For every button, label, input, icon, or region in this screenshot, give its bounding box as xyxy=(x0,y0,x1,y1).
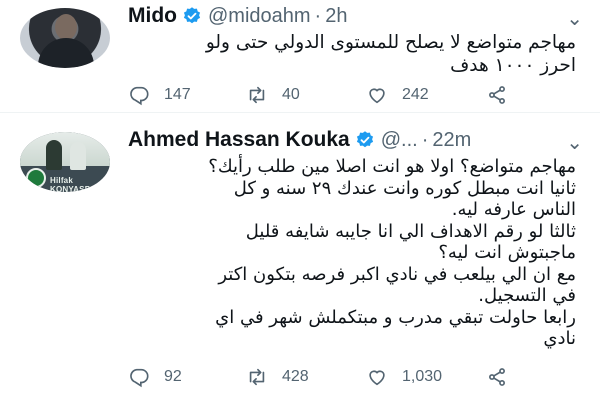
share-button[interactable] xyxy=(486,80,508,110)
more-options-icon[interactable]: ⌄ xyxy=(566,6,584,31)
avatar-face xyxy=(55,14,77,40)
like-icon xyxy=(369,370,385,386)
display-name[interactable]: Mido xyxy=(128,4,177,28)
tweet-text: مهاجم متواضع لا يصلح للمستوى الدولي حتى … xyxy=(128,32,576,77)
retweet-count: 40 xyxy=(282,86,300,103)
separator: · xyxy=(421,128,429,151)
like-button[interactable]: 1,030 xyxy=(366,362,442,392)
retweet-icon xyxy=(249,368,265,386)
reply-count: 92 xyxy=(164,368,182,385)
tweet-text-line: مهاجم متواضع لا يصلح للمستوى الدولي حتى … xyxy=(205,32,576,53)
avatar-person xyxy=(46,140,62,170)
like-button[interactable]: 242 xyxy=(366,80,429,110)
tweet-text-line: احرز ١٠٠٠ هدف xyxy=(450,54,576,76)
tweet-text-line: ماجبتوش انت ليه؟ xyxy=(438,242,576,263)
retweet-count: 428 xyxy=(282,368,309,385)
reply-count: 147 xyxy=(164,86,191,103)
retweet-button[interactable]: 40 xyxy=(246,80,300,110)
timestamp[interactable]: 2h xyxy=(325,5,347,28)
avatar-body xyxy=(38,38,94,68)
verified-badge-icon xyxy=(356,131,373,148)
tweet-text-line: مع ان الي بيلعب في نادي اكبر فرصه بتكون … xyxy=(218,263,576,285)
verified-badge-icon xyxy=(183,7,201,24)
share-button[interactable] xyxy=(486,362,508,392)
like-count: 242 xyxy=(402,86,429,103)
retweet-icon xyxy=(249,86,265,104)
tweet-header: Mido @midoahm · 2h ⌄ xyxy=(128,2,584,30)
reply-icon xyxy=(130,368,149,388)
share-icon xyxy=(489,368,505,386)
tweet-text-line: الناس عارفه ليه. xyxy=(451,199,576,220)
like-icon xyxy=(369,88,385,104)
tweet-text-line: نادي xyxy=(543,328,576,349)
handle[interactable]: @midoahm xyxy=(208,5,311,28)
tweet-header: Ahmed Hassan Kouka @... · 22m ⌄ xyxy=(128,126,584,154)
tweet-kouka[interactable]: Hilfak KONYASPOR Ahmed Hassan Kouka @...… xyxy=(0,112,600,400)
tweet-text: مهاجم متواضع؟ اولا هو انت اصلا مين طلب ر… xyxy=(128,156,576,350)
reply-button[interactable]: 92 xyxy=(128,362,182,392)
avatar-banner xyxy=(20,132,110,166)
reply-icon xyxy=(130,86,149,106)
tweet-text-line: ثالثا لو رقم الاهداف الي انا جايبه شايفه… xyxy=(245,220,576,242)
avatar-text: Hilfak KONYASPOR xyxy=(50,176,103,192)
tweet-text-line: رابعا حاولت تبقي مدرب و مبتكملش شهر في ا… xyxy=(215,306,576,328)
reply-button[interactable]: 147 xyxy=(128,80,191,110)
tweet-text-line: في التسجيل. xyxy=(478,285,576,306)
separator: · xyxy=(314,4,322,27)
more-options-icon[interactable]: ⌄ xyxy=(566,130,584,155)
tweet-mido[interactable]: Mido @midoahm · 2h ⌄ مهاجم متواضع لا يصل… xyxy=(0,0,600,112)
tweet-text-line: مهاجم متواضع؟ اولا هو انت اصلا مين طلب ر… xyxy=(208,156,576,177)
retweet-button[interactable]: 428 xyxy=(246,362,309,392)
display-name[interactable]: Ahmed Hassan Kouka xyxy=(128,128,350,152)
club-logo-icon xyxy=(26,168,46,188)
share-icon xyxy=(489,86,505,104)
tweet-text-line: ثانيا انت مبطل كوره وانت عندك ٢٩ سنه و ك… xyxy=(233,177,576,199)
action-bar: 147 40 242 xyxy=(128,80,578,110)
avatar[interactable] xyxy=(20,8,110,68)
handle[interactable]: @... xyxy=(381,129,418,152)
avatar[interactable]: Hilfak KONYASPOR xyxy=(20,132,110,192)
timestamp[interactable]: 22m xyxy=(432,129,471,152)
action-bar: 92 428 1,030 xyxy=(128,362,578,392)
like-count: 1,030 xyxy=(402,368,443,385)
avatar-person xyxy=(70,142,86,170)
